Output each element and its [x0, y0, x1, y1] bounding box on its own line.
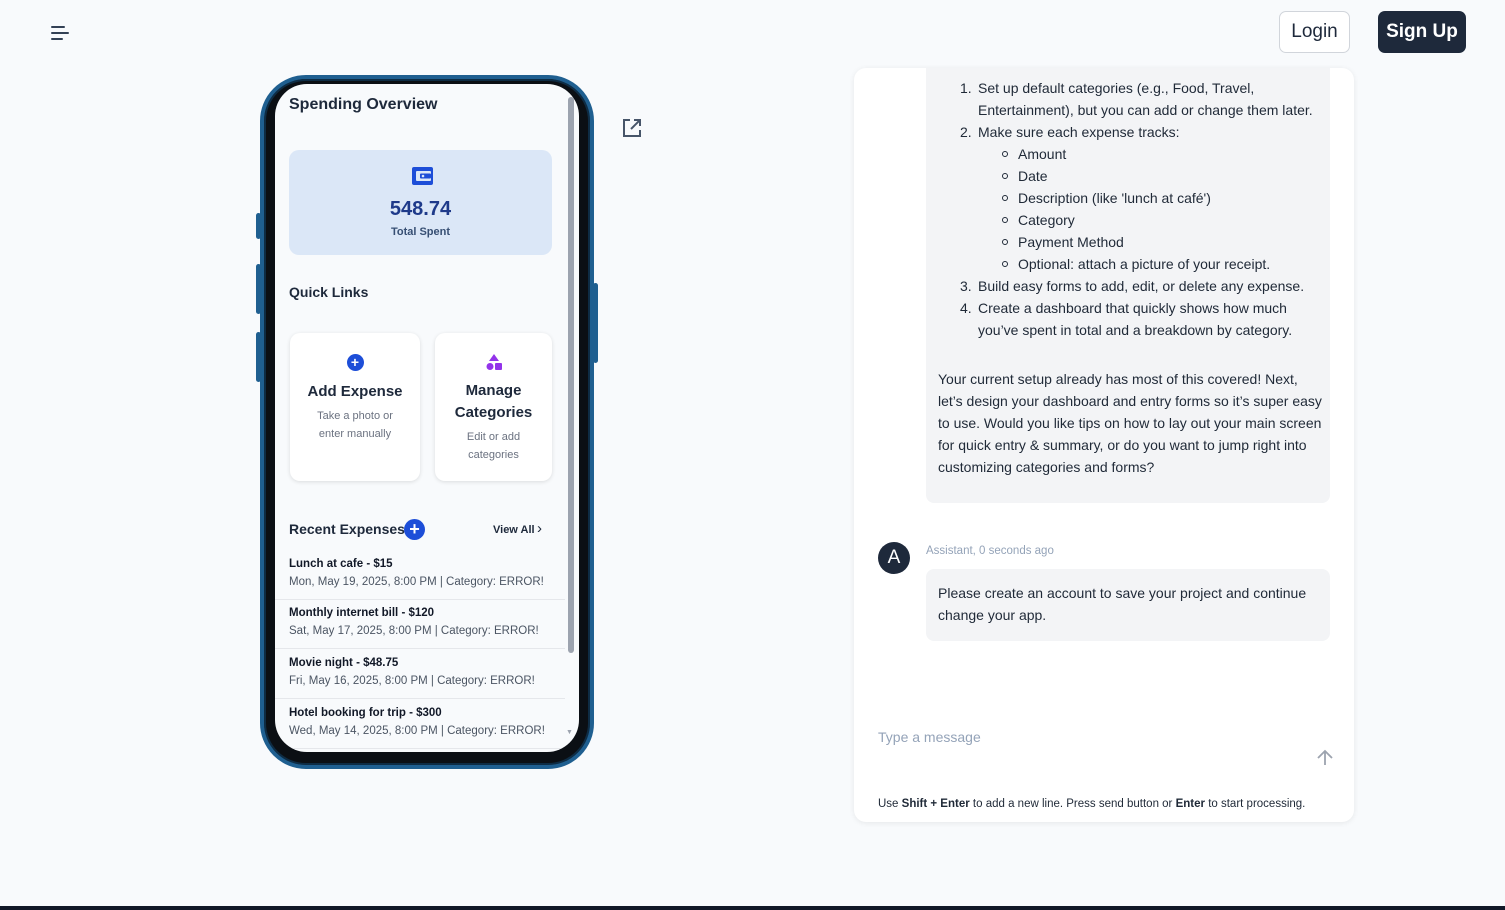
- list-item: Amount: [1002, 143, 1066, 165]
- list-item: Payment Method: [1002, 231, 1124, 253]
- login-button[interactable]: Login: [1279, 11, 1350, 53]
- expense-meta: Sat, May 17, 2025, 8:00 PM | Category: E…: [289, 625, 539, 637]
- add-expense-plus-button[interactable]: +: [404, 519, 425, 540]
- hamburger-menu-icon[interactable]: [48, 22, 72, 44]
- input-hint: Use Shift + Enter to add a new line. Pre…: [878, 798, 1306, 810]
- expense-title: Monthly internet bill - $120: [289, 607, 435, 619]
- plus-circle-icon: +: [346, 354, 364, 371]
- phone-screen: Spending Overview 548.74 Total Spent Qui…: [275, 84, 579, 752]
- total-spent-card: 548.74 Total Spent: [289, 150, 552, 255]
- list-item: 3. Build easy forms to add, edit, or del…: [960, 278, 1305, 294]
- assistant-message-bubble: 1. Set up default categories (e.g., Food…: [926, 68, 1330, 503]
- message-input[interactable]: Type a message: [878, 729, 981, 745]
- scroll-down-arrow-icon[interactable]: ▼: [566, 729, 573, 736]
- chat-panel: 1. Set up default categories (e.g., Food…: [854, 68, 1354, 822]
- wallet-icon: [412, 167, 433, 185]
- recent-expenses-title: Recent Expenses: [289, 521, 405, 537]
- list-item: Date: [1002, 165, 1048, 187]
- open-external-icon[interactable]: [621, 117, 643, 139]
- list-item: Optional: attach a picture of your recei…: [1002, 253, 1270, 275]
- send-arrow-icon[interactable]: [1316, 749, 1334, 767]
- expense-row[interactable]: Hotel booking for trip - $300 Wed, May 1…: [275, 699, 565, 749]
- quick-links-title: Quick Links: [289, 284, 369, 300]
- total-amount: 548.74: [389, 198, 452, 220]
- list-item: Description (like 'lunch at café'): [1002, 187, 1211, 209]
- list-item: Category: [1002, 209, 1075, 231]
- expense-title: Movie night - $48.75: [289, 657, 399, 669]
- add-expense-title: Add Expense: [307, 383, 403, 400]
- manage-categories-desc: Edit or add categories: [466, 431, 521, 461]
- manage-categories-title: Manage Categories: [454, 382, 533, 421]
- assistant-paragraph: Your current setup already has most of t…: [938, 371, 1322, 475]
- expense-meta: Mon, May 19, 2025, 8:00 PM | Category: E…: [289, 576, 544, 588]
- list-item: 1. Set up default categories (e.g., Food…: [960, 80, 1313, 118]
- manage-categories-card[interactable]: Manage Categories Edit or add categories: [435, 333, 552, 481]
- list-item: 4. Create a dashboard that quickly shows…: [960, 300, 1293, 338]
- signup-button[interactable]: Sign Up: [1378, 11, 1466, 53]
- expense-row[interactable]: Movie night - $48.75 Fri, May 16, 2025, …: [275, 649, 565, 699]
- expense-meta: Wed, May 14, 2025, 8:00 PM | Category: E…: [289, 725, 545, 737]
- total-spent-label: Total Spent: [390, 226, 451, 238]
- expense-title: Hotel booking for trip - $300: [289, 707, 442, 719]
- bottom-edge: [0, 906, 1505, 910]
- add-expense-card[interactable]: + Add Expense Take a photo or enter manu…: [290, 333, 420, 481]
- chevron-right-icon[interactable]: ›: [537, 520, 542, 537]
- list-item: 2. Make sure each expense tracks:: [960, 124, 1180, 140]
- add-expense-desc: Take a photo or enter manually: [317, 410, 393, 440]
- expense-title: Lunch at cafe - $15: [289, 558, 393, 570]
- phone-scrollbar[interactable]: [568, 97, 574, 653]
- expense-row[interactable]: Lunch at cafe - $15 Mon, May 19, 2025, 8…: [275, 550, 565, 600]
- shapes-icon: [486, 354, 502, 370]
- expense-row[interactable]: Monthly internet bill - $120 Sat, May 17…: [275, 599, 565, 649]
- expense-meta: Fri, May 16, 2025, 8:00 PM | Category: E…: [289, 675, 535, 687]
- message-meta: Assistant, 0 seconds ago: [926, 545, 1054, 557]
- view-all-link[interactable]: View All: [493, 524, 535, 536]
- assistant-message-bubble: Please create an account to save your pr…: [926, 569, 1330, 641]
- avatar: A: [878, 542, 910, 574]
- spending-overview-title: Spending Overview: [289, 96, 438, 113]
